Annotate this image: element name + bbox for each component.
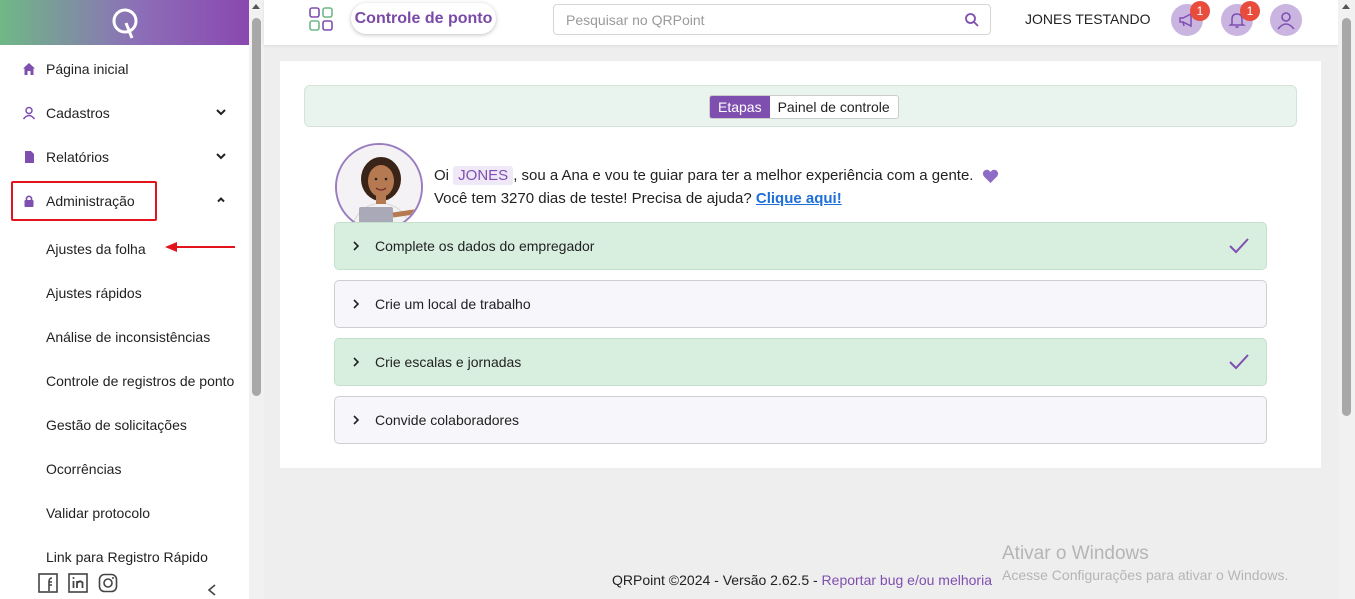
windows-watermark-subtitle: Acesse Configurações para ativar o Windo… xyxy=(1002,567,1289,583)
avatar[interactable] xyxy=(1270,4,1302,36)
report-bug-link[interactable]: Reportar bug e/ou melhoria xyxy=(822,572,992,588)
greeting-line-2: Você tem 3270 dias de teste! Precisa de … xyxy=(434,190,842,207)
greeting-oi: Oi xyxy=(434,167,449,184)
facebook-icon[interactable] xyxy=(38,573,58,593)
tab-etapas[interactable]: Etapas xyxy=(710,96,770,118)
search-icon[interactable] xyxy=(964,12,980,28)
chevron-right-icon xyxy=(353,299,360,309)
chevron-right-icon xyxy=(353,241,360,251)
trial-days-text: Você tem 3270 dias de teste! Precisa de … xyxy=(434,190,752,207)
announcements-button[interactable]: 1 xyxy=(1171,1,1210,36)
assistant-illustration xyxy=(337,145,421,229)
step-escalas[interactable]: Crie escalas e jornadas xyxy=(334,338,1267,386)
lock-icon xyxy=(22,194,36,208)
file-icon xyxy=(22,150,36,164)
check-icon xyxy=(1229,238,1249,254)
step-local-trabalho[interactable]: Crie um local de trabalho xyxy=(334,280,1267,328)
user-icon xyxy=(22,106,36,120)
submenu-item-analise[interactable]: Análise de inconsistências xyxy=(0,315,249,359)
topbar: Controle de ponto JONES TESTANDO 1 1 xyxy=(264,0,1338,45)
linkedin-icon[interactable] xyxy=(68,573,88,593)
step-empregador[interactable]: Complete os dados do empregador xyxy=(334,222,1267,270)
notifications-button[interactable]: 1 xyxy=(1221,1,1260,36)
scrollbar-thumb[interactable] xyxy=(1342,18,1351,416)
tab-painel-controle[interactable]: Painel de controle xyxy=(770,96,898,118)
step-label: Crie escalas e jornadas xyxy=(375,354,522,370)
home-icon xyxy=(22,62,36,76)
sidebar-item-home[interactable]: Página inicial xyxy=(0,47,249,91)
scroll-up-arrow-icon[interactable] xyxy=(1342,4,1350,9)
user-avatar-icon xyxy=(1277,12,1295,30)
step-convide[interactable]: Convide colaboradores xyxy=(334,396,1267,444)
help-link[interactable]: Clique aqui! xyxy=(756,190,842,207)
sidebar-item-relatorios[interactable]: Relatórios xyxy=(0,135,249,179)
greeting-line-1: Oi JONES, sou a Ana e vou te guiar para … xyxy=(434,166,999,185)
chevron-up-icon xyxy=(217,197,225,203)
page-footer: QRPoint ©2024 - Versão 2.62.5 - Reportar… xyxy=(612,572,992,588)
submenu-item-ocorrencias[interactable]: Ocorrências xyxy=(0,447,249,491)
collapse-sidebar-icon[interactable] xyxy=(206,583,218,597)
instagram-icon[interactable] xyxy=(98,573,118,593)
sidebar: Página inicial Cadastros Relatórios Admi… xyxy=(0,0,249,599)
step-label: Convide colaboradores xyxy=(375,412,519,428)
scrollbar-thumb[interactable] xyxy=(252,18,261,396)
assistant-avatar xyxy=(335,143,423,231)
chevron-down-icon xyxy=(216,153,226,160)
submenu-item-validar-protocolo[interactable]: Validar protocolo xyxy=(0,491,249,535)
submenu-item-ajustes-rapidos[interactable]: Ajustes rápidos xyxy=(0,271,249,315)
qrpoint-logo-icon xyxy=(112,8,137,39)
purple-heart-icon xyxy=(982,169,998,183)
apps-grid-icon[interactable] xyxy=(308,6,334,32)
search-box xyxy=(553,4,991,35)
greeting-text: , sou a Ana e vou te guiar para ter a me… xyxy=(513,167,974,184)
step-label: Crie um local de trabalho xyxy=(375,296,531,312)
chevron-down-icon xyxy=(216,109,226,116)
submenu-item-controle-registros[interactable]: Controle de registros de ponto xyxy=(0,359,249,403)
user-name-chip: JONES xyxy=(453,166,514,185)
submenu-item-gestao-solicitacoes[interactable]: Gestão de solicitações xyxy=(0,403,249,447)
view-tabs: Etapas Painel de controle xyxy=(709,95,899,119)
sidebar-item-cadastros[interactable]: Cadastros xyxy=(0,91,249,135)
page-scrollbar[interactable] xyxy=(1338,0,1355,599)
logo-bar[interactable] xyxy=(0,0,249,45)
footer-text: QRPoint ©2024 - Versão 2.62.5 - xyxy=(612,572,818,588)
username: JONES TESTANDO xyxy=(1025,11,1151,27)
sidebar-item-administracao[interactable]: Administração xyxy=(0,179,249,223)
windows-watermark-title: Ativar o Windows xyxy=(1002,543,1149,564)
search-input[interactable] xyxy=(554,5,944,34)
chevron-right-icon xyxy=(353,415,360,425)
tabs-bar: Etapas Painel de controle xyxy=(304,85,1297,127)
scroll-up-arrow-icon[interactable] xyxy=(252,4,260,9)
red-arrow-icon xyxy=(165,242,235,252)
sidebar-item-label: Relatórios xyxy=(46,149,110,165)
onboarding-card: Etapas Painel de controle Oi JONES, sou … xyxy=(280,61,1321,468)
step-label: Complete os dados do empregador xyxy=(375,238,595,254)
sidebar-item-label: Administração xyxy=(46,193,135,209)
page-title[interactable]: Controle de ponto xyxy=(351,3,496,34)
check-icon xyxy=(1229,354,1249,370)
notification-badge: 1 xyxy=(1240,1,1260,21)
sidebar-item-label: Página inicial xyxy=(46,61,129,77)
sidebar-item-label: Cadastros xyxy=(46,105,110,121)
announcement-badge: 1 xyxy=(1190,1,1210,21)
sidebar-scrollbar[interactable] xyxy=(249,0,264,599)
chevron-right-icon xyxy=(353,357,360,367)
